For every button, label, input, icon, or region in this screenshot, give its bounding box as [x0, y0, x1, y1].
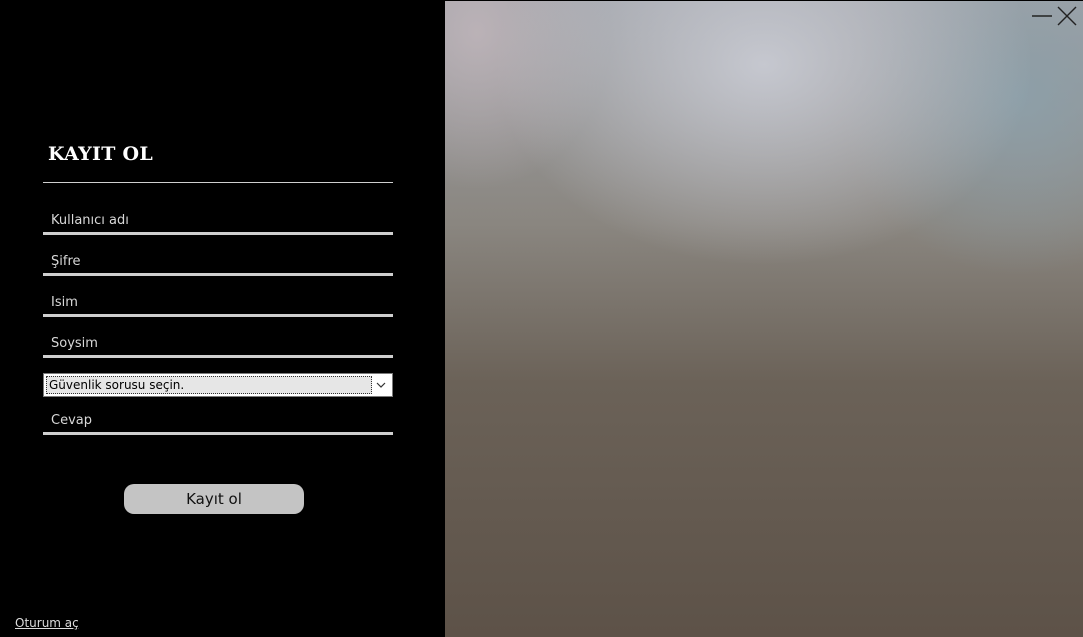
register-button[interactable]: Kayıt ol: [124, 484, 304, 514]
title-divider: [43, 182, 393, 183]
background-image: [445, 1, 1083, 637]
security-question-select[interactable]: Güvenlik sorusu seçin.: [43, 373, 393, 397]
first-name-underline: [43, 314, 393, 317]
last-name-underline: [43, 355, 393, 358]
password-underline: [43, 273, 393, 276]
login-link[interactable]: Oturum aç: [15, 616, 79, 630]
minimize-icon[interactable]: [1030, 4, 1054, 28]
username-underline: [43, 232, 393, 235]
first-name-input[interactable]: [43, 290, 393, 314]
username-input[interactable]: [43, 208, 393, 232]
last-name-input[interactable]: [43, 331, 393, 355]
close-icon[interactable]: [1055, 4, 1079, 28]
answer-underline: [43, 432, 393, 435]
username-field-group: [43, 208, 393, 235]
first-name-field-group: [43, 290, 393, 317]
page-title: KAYIT OL: [48, 143, 154, 165]
chevron-down-icon: [376, 382, 386, 388]
security-question-selected: Güvenlik sorusu seçin.: [46, 376, 372, 394]
last-name-field-group: [43, 331, 393, 358]
password-input[interactable]: [43, 249, 393, 273]
password-field-group: [43, 249, 393, 276]
registration-panel: KAYIT OL Güvenlik sorusu seçin. Kayıt ol…: [0, 0, 445, 637]
answer-input[interactable]: [43, 408, 393, 432]
answer-field-group: [43, 408, 393, 435]
